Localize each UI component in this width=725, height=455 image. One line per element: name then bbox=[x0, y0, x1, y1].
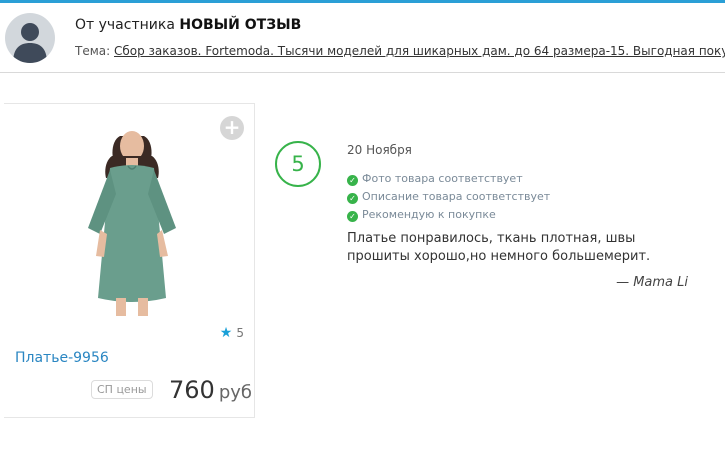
check-circle-icon: ✓ bbox=[347, 193, 358, 204]
product-price: 760 руб bbox=[169, 376, 252, 404]
price-currency: руб bbox=[218, 382, 252, 403]
check-item-label: Фото товара соответствует bbox=[362, 172, 523, 185]
star-icon: ★ bbox=[219, 325, 233, 341]
review-text: Платье понравилось, ткань плотная, швы п… bbox=[347, 231, 651, 264]
product-rating-value: 5 bbox=[236, 326, 244, 340]
header-title-strong: НОВЫЙ ОТЗЫВ bbox=[179, 17, 302, 33]
price-value: 760 bbox=[169, 376, 215, 404]
check-item-label: Описание товара соответствует bbox=[362, 190, 551, 203]
product-card: + ★ 5 Платье-9956 СП цены 760 руб bbox=[4, 103, 255, 418]
plus-icon[interactable]: + bbox=[220, 116, 244, 140]
check-item-label: Рекомендую к покупке bbox=[362, 208, 496, 221]
avatar[interactable] bbox=[5, 13, 55, 63]
sp-price-badge[interactable]: СП цены bbox=[91, 380, 153, 399]
product-image[interactable] bbox=[62, 110, 202, 318]
header-topic: Тема: Сбор заказов. Fortemoda. Тысячи мо… bbox=[75, 44, 725, 58]
topic-label: Тема: bbox=[75, 44, 111, 58]
topic-link[interactable]: Сбор заказов. Fortemoda. Тысячи моделей … bbox=[114, 44, 725, 58]
check-circle-icon: ✓ bbox=[347, 175, 358, 186]
header-title-prefix: От участника bbox=[75, 17, 175, 33]
review-author: — Mama Li bbox=[616, 275, 688, 290]
review-checklist: ✓ Фото товара соответствует ✓ Описание тов… bbox=[347, 172, 550, 226]
check-item: ✓ Фото товара соответствует bbox=[347, 172, 550, 190]
review-score-badge: 5 bbox=[275, 141, 321, 187]
product-rating: ★ 5 bbox=[220, 325, 244, 341]
check-item: ✓ Описание товара соответствует bbox=[347, 190, 550, 208]
notification-header: От участника НОВЫЙ ОТЗЫВ Тема: Сбор зака… bbox=[0, 3, 725, 73]
user-silhouette-icon bbox=[13, 23, 47, 63]
check-circle-icon: ✓ bbox=[347, 211, 358, 222]
header-title: От участника НОВЫЙ ОТЗЫВ bbox=[75, 17, 301, 33]
review-date: 20 Ноября bbox=[347, 143, 412, 157]
product-name-link[interactable]: Платье-9956 bbox=[15, 350, 109, 366]
check-item: ✓ Рекомендую к покупке bbox=[347, 208, 550, 226]
